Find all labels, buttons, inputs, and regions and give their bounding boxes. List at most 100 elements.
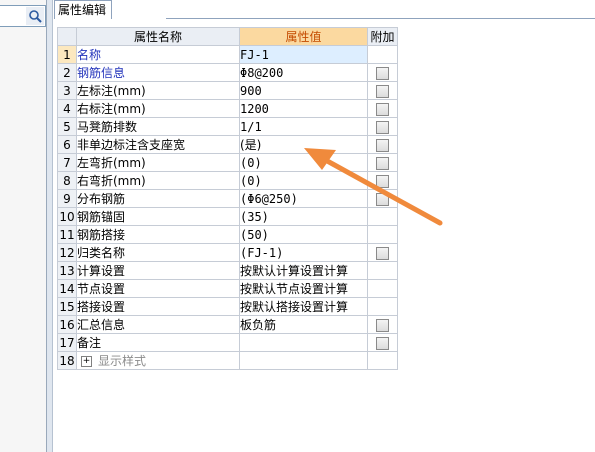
table-row[interactable]: 12 归类名称 (FJ-1) [57,243,398,262]
addon-checkbox[interactable] [376,174,389,188]
table-row[interactable]: 2 钢筋信息 Φ8@200 [57,63,398,82]
addon-checkbox[interactable] [376,84,389,98]
addon-checkbox[interactable] [376,156,389,170]
property-value-field[interactable]: (0) [239,171,368,190]
property-name: 归类名称 [76,243,240,262]
addon-cell [367,45,398,64]
property-name: 节点设置 [76,279,240,298]
header-addon[interactable]: 附加 [367,27,398,46]
property-name: 计算设置 [76,261,240,280]
tab-property-edit[interactable]: 属性编辑 [54,0,112,19]
property-name: 钢筋信息 [76,63,240,82]
row-number: 12 [57,243,77,262]
property-name: 备注 [76,333,240,352]
property-name: 非单边标注含支座宽 [76,135,240,154]
property-name: 钢筋搭接 [76,225,240,244]
table-row[interactable]: 17 备注 [57,333,398,352]
addon-cell [367,171,398,190]
splitter[interactable] [46,0,53,452]
table-row[interactable]: 5 马凳筋排数 1/1 [57,117,398,136]
addon-cell [367,279,398,298]
table-row[interactable]: 6 非单边标注含支座宽 (是) [57,135,398,154]
property-value-field[interactable]: 按默认计算设置计算 [239,261,368,280]
row-number: 17 [57,333,77,352]
property-value-field[interactable]: (35) [239,207,368,226]
row-number: 14 [57,279,77,298]
row-number: 10 [57,207,77,226]
row-number: 7 [57,153,77,172]
property-value-field[interactable]: (是) [239,135,368,154]
property-value-field[interactable]: Φ8@200 [239,63,368,82]
row-number: 13 [57,261,77,280]
row-number: 6 [57,135,77,154]
table-row[interactable]: 9 分布钢筋 (Φ6@250) [57,189,398,208]
property-value-field[interactable]: (50) [239,225,368,244]
property-value-field[interactable]: 900 [239,81,368,100]
addon-checkbox[interactable] [376,102,389,116]
addon-checkbox[interactable] [376,246,389,260]
addon-cell [367,117,398,136]
table-row[interactable]: 8 右弯折(mm) (0) [57,171,398,190]
property-value-field[interactable]: 1200 [239,99,368,118]
header-name[interactable]: 属性名称 [76,27,240,46]
search-icon[interactable] [26,7,44,25]
property-name: 马凳筋排数 [76,117,240,136]
addon-cell [367,297,398,316]
table-row[interactable]: 3 左标注(mm) 900 [57,81,398,100]
property-value-field[interactable]: 板负筋 [239,315,368,334]
row-number: 1 [57,45,77,64]
property-name: 左标注(mm) [76,81,240,100]
addon-cell [367,243,398,262]
property-value-field[interactable]: (FJ-1) [239,243,368,262]
property-grid-area: 属性名称 属性值 附加 1 名称 FJ-1 2 钢筋信息 Φ8@200 3 左标注(mm) 90… [53,19,595,452]
addon-cell [367,63,398,82]
property-name: 右标注(mm) [76,99,240,118]
row-number: 2 [57,63,77,82]
property-value-field[interactable]: FJ-1 [239,45,368,64]
addon-cell [367,207,398,226]
table-row[interactable]: 7 左弯折(mm) (0) [57,153,398,172]
row-number: 15 [57,297,77,316]
row-number: 5 [57,117,77,136]
table-row[interactable]: 11 钢筋搭接 (50) [57,225,398,244]
addon-checkbox[interactable] [376,318,389,332]
header-value[interactable]: 属性值 [239,27,368,46]
table-row[interactable]: 15 搭接设置 按默认搭接设置计算 [57,297,398,316]
property-name-label: 显示样式 [98,354,147,368]
property-value-field[interactable] [239,333,368,352]
addon-cell [367,99,398,118]
addon-checkbox[interactable] [376,120,389,134]
property-value-field[interactable] [239,351,368,370]
addon-cell [367,315,398,334]
table-row[interactable]: 10 钢筋锚固 (35) [57,207,398,226]
table-row[interactable]: 1 名称 FJ-1 [57,45,398,64]
row-number: 8 [57,171,77,190]
property-grid: 属性名称 属性值 附加 1 名称 FJ-1 2 钢筋信息 Φ8@200 3 左标注(mm) 90… [57,27,398,370]
table-row[interactable]: 18 + 显示样式 [57,351,398,370]
addon-checkbox[interactable] [376,336,389,350]
addon-cell [367,153,398,172]
property-name: 汇总信息 [76,315,240,334]
property-value-field[interactable]: 按默认搭接设置计算 [239,297,368,316]
addon-cell [367,135,398,154]
grid-header-row: 属性名称 属性值 附加 [57,27,398,46]
table-row[interactable]: 13 计算设置 按默认计算设置计算 [57,261,398,280]
addon-checkbox[interactable] [376,138,389,152]
property-value-field[interactable]: 1/1 [239,117,368,136]
expand-plus-icon[interactable]: + [81,356,92,367]
addon-checkbox[interactable] [376,192,389,206]
property-value-field[interactable]: (Φ6@250) [239,189,368,208]
property-value-field[interactable]: (0) [239,153,368,172]
table-row[interactable]: 4 右标注(mm) 1200 [57,99,398,118]
addon-cell [367,351,398,370]
addon-cell [367,333,398,352]
search-input[interactable] [0,5,46,27]
property-name: 右弯折(mm) [76,171,240,190]
table-row[interactable]: 16 汇总信息 板负筋 [57,315,398,334]
row-number: 3 [57,81,77,100]
table-row[interactable]: 14 节点设置 按默认节点设置计算 [57,279,398,298]
row-number: 4 [57,99,77,118]
row-number: 16 [57,315,77,334]
addon-checkbox[interactable] [376,66,389,80]
property-value-field[interactable]: 按默认节点设置计算 [239,279,368,298]
